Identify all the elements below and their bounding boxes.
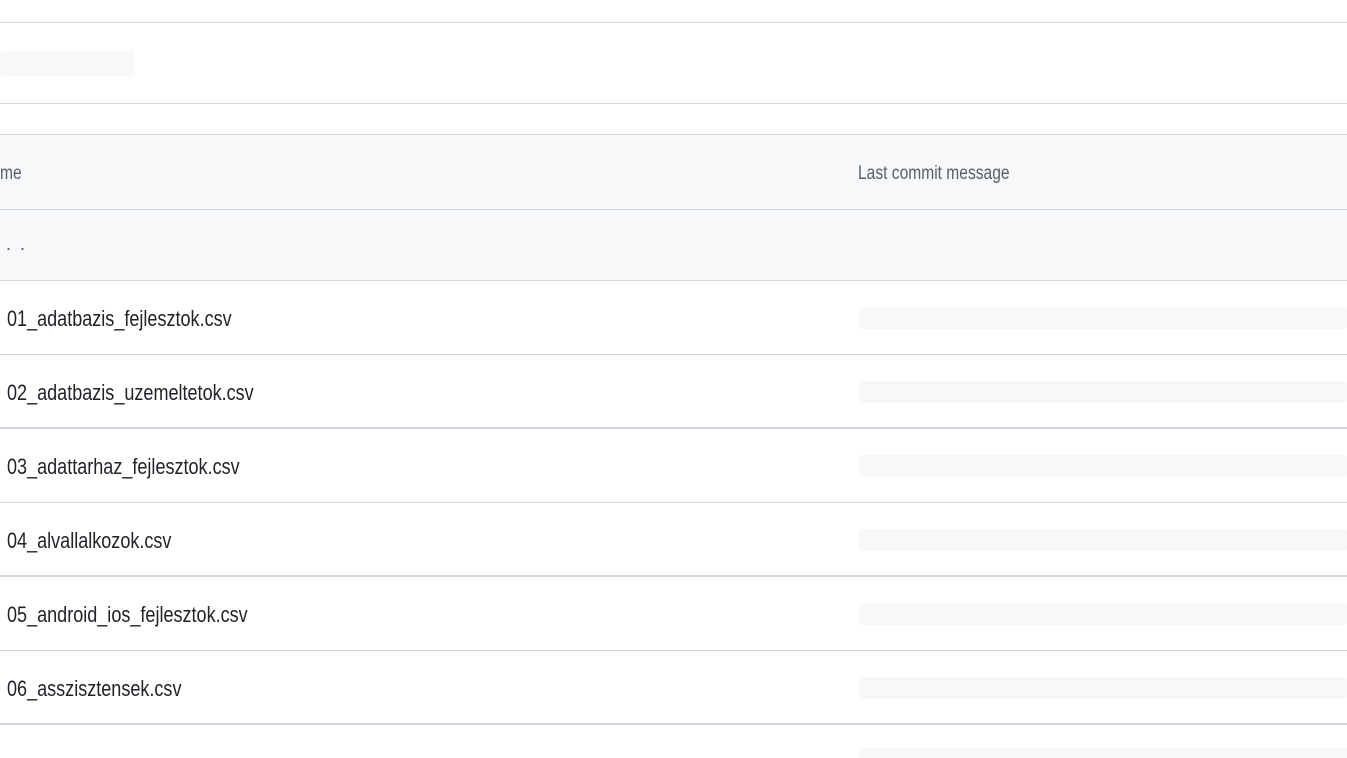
table-row[interactable]: 05_android_ios_fejlesztok.csv — [0, 577, 1347, 651]
breadcrumb-loading-placeholder — [0, 51, 135, 76]
commit-message-loading-placeholder — [859, 603, 1347, 625]
table-header: me Last commit message — [0, 135, 1347, 210]
table-row[interactable]: 02_adatbazis_uzemeltetok.csv — [0, 355, 1347, 429]
commit-message-loading-placeholder — [859, 529, 1347, 551]
file-table: me Last commit message . . 01_adatbazis_… — [0, 134, 1347, 725]
file-name-link[interactable]: 02_adatbazis_uzemeltetok.csv — [7, 355, 254, 428]
name-column-header: me — [0, 163, 22, 184]
file-name-link[interactable]: 05_android_ios_fejlesztok.csv — [7, 577, 248, 650]
table-row[interactable]: 03_adattarhaz_fejlesztok.csv — [0, 429, 1347, 503]
table-row[interactable]: 04_alvallalkozok.csv — [0, 503, 1347, 577]
commit-message-loading-placeholder — [859, 381, 1347, 403]
commit-message-loading-placeholder — [859, 307, 1347, 329]
top-divider — [0, 22, 1347, 23]
file-name-link[interactable]: 03_adattarhaz_fejlesztok.csv — [7, 429, 240, 502]
parent-directory-link[interactable]: . . — [6, 234, 27, 255]
last-commit-message-column-header: Last commit message — [858, 163, 1010, 184]
header-divider — [0, 103, 1347, 104]
commit-message-loading-placeholder — [859, 748, 1347, 758]
file-name-link[interactable]: 04_alvallalkozok.csv — [7, 503, 171, 576]
table-row[interactable]: 06_asszisztensek.csv — [0, 651, 1347, 725]
file-name-link[interactable]: 06_asszisztensek.csv — [7, 651, 181, 724]
file-browser-page: me Last commit message . . 01_adatbazis_… — [0, 0, 1347, 758]
parent-directory-row[interactable]: . . — [0, 210, 1347, 281]
table-row[interactable]: 01_adatbazis_fejlesztok.csv — [0, 281, 1347, 355]
commit-message-loading-placeholder — [859, 455, 1347, 477]
file-name-link[interactable]: 01_adatbazis_fejlesztok.csv — [7, 281, 232, 354]
commit-message-loading-placeholder — [859, 677, 1347, 699]
